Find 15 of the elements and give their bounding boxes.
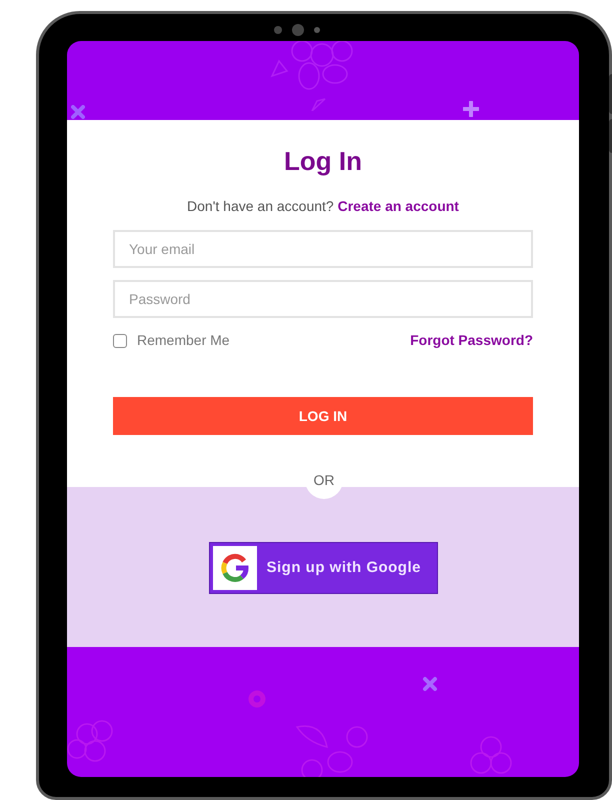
create-account-link[interactable]: Create an account <box>338 198 459 214</box>
remember-label: Remember Me <box>137 331 230 350</box>
google-signup-button[interactable]: Sign up with Google <box>208 542 438 594</box>
google-logo-icon <box>212 546 256 590</box>
signup-prompt: Don't have an account? Create an account <box>187 197 459 216</box>
cross-icon <box>71 105 85 119</box>
camera-drawing <box>274 24 320 36</box>
remember-checkbox[interactable] <box>113 334 127 348</box>
ring-icon <box>248 690 266 708</box>
password-field[interactable]: Password <box>113 280 533 318</box>
plus-icon <box>463 101 479 117</box>
email-field[interactable]: Your email <box>113 230 533 268</box>
forgot-password-link[interactable]: Forgot Password? <box>410 330 533 351</box>
cross-icon <box>422 676 438 692</box>
login-title: Log In <box>284 145 362 177</box>
